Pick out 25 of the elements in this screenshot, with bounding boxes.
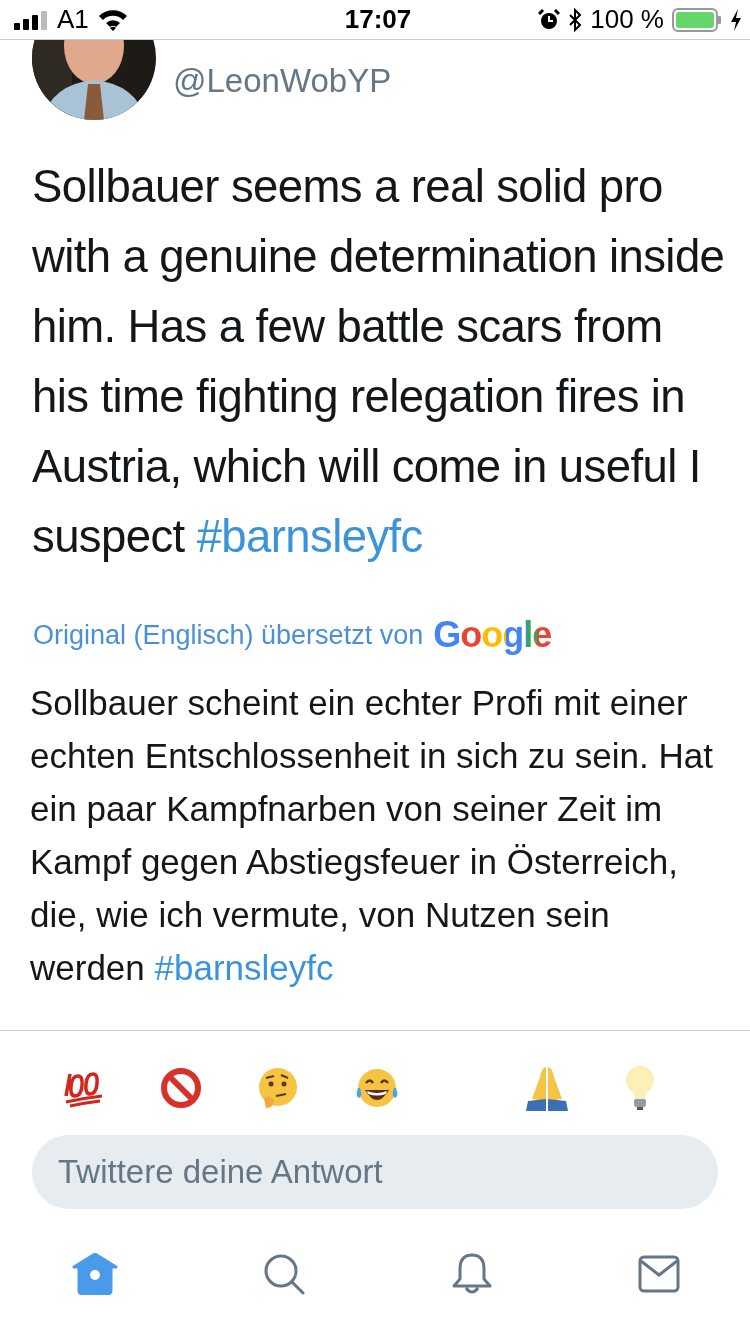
alarm-icon xyxy=(538,8,561,31)
carrier-name: A1 xyxy=(57,4,89,35)
bluetooth-icon xyxy=(568,7,583,32)
praying-hands-icon[interactable] xyxy=(524,1065,570,1111)
thinking-face-icon[interactable] xyxy=(256,1066,300,1110)
mail-tab-icon[interactable] xyxy=(638,1255,680,1293)
hashtag-link[interactable]: #barnsleyfc xyxy=(196,511,423,562)
battery-icon xyxy=(672,7,722,32)
translation-label: Original (Englisch) übersetzt von xyxy=(33,619,424,651)
light-bulb-icon[interactable] xyxy=(624,1065,656,1111)
author-handle: @LeonWobYP xyxy=(173,62,392,100)
battery-percent: 100 % xyxy=(590,4,664,35)
signal-icon xyxy=(14,9,48,30)
translated-text: Sollbauer scheint ein echter Profi mit einer echten Entschlossenheit in sich zu sein. Hat ein paar Kampfnarben von seiner Zeit im Kampf gegen Abstiegsfeuer in Österreich, die, wie ich vermute, von Nutzen sein werden #barnsleyfc xyxy=(30,682,714,989)
bell-tab-icon[interactable] xyxy=(450,1253,493,1295)
charging-icon xyxy=(730,8,742,31)
search-tab-icon[interactable] xyxy=(263,1253,306,1295)
wifi-icon xyxy=(97,8,128,31)
reply-field[interactable]: Twittere deine Antwort xyxy=(32,1135,718,1209)
tweet-text: Sollbauer seems a real solid pro with a genuine determination inside him. Has a few battle scars from his time fighting relegation fires in Austria, which will come in useful I suspect #barnsleyfc xyxy=(32,160,726,564)
hashtag-link[interactable]: #barnsleyfc xyxy=(154,948,334,987)
laughing-face-icon[interactable] xyxy=(354,1066,400,1110)
home-tab-icon[interactable] xyxy=(72,1253,118,1295)
prohibited-icon[interactable] xyxy=(160,1067,202,1109)
clock-time: 17:07 xyxy=(344,4,412,35)
